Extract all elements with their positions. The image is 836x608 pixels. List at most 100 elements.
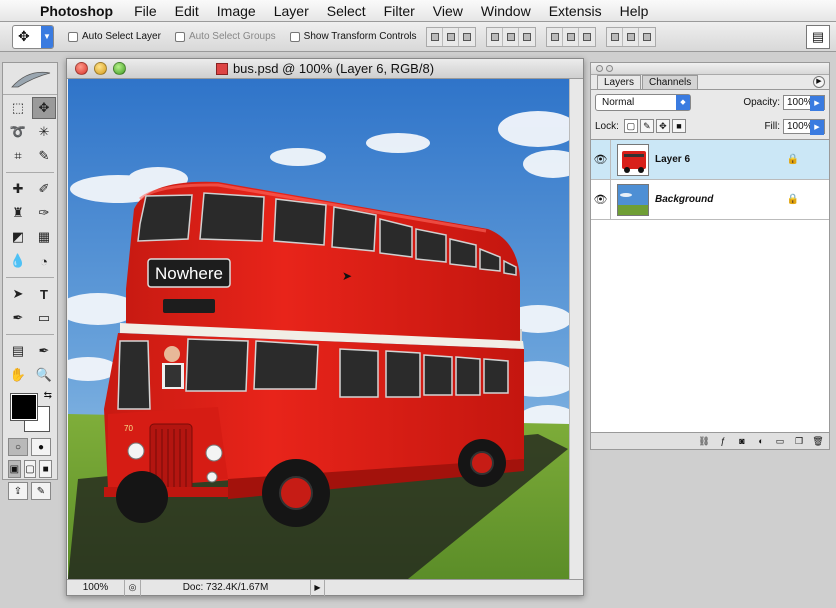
- panel-collapse-button[interactable]: [606, 65, 613, 72]
- eraser-tool-icon[interactable]: ◩: [6, 226, 30, 248]
- swap-colors-icon[interactable]: ⇆: [44, 390, 52, 401]
- menu-view[interactable]: View: [424, 3, 472, 19]
- image-canvas[interactable]: Nowhere 70 ➤: [68, 79, 570, 579]
- chevron-right-icon[interactable]: ▶: [810, 119, 824, 135]
- opacity-field[interactable]: 100% ▶: [783, 94, 825, 111]
- align-left-edges-button[interactable]: [487, 27, 504, 46]
- full-screen-menu-mode-button[interactable]: ▢: [23, 460, 37, 478]
- visibility-eye-icon[interactable]: 👁: [591, 139, 611, 180]
- lock-image-pixels-icon[interactable]: ✎: [639, 119, 654, 133]
- tab-layers[interactable]: Layers: [597, 75, 642, 89]
- blend-mode-select[interactable]: Normal ◆: [595, 93, 691, 111]
- pen-tool-icon[interactable]: ✒: [6, 307, 30, 329]
- link-cell[interactable]: [611, 180, 615, 220]
- blur-tool-icon[interactable]: 💧: [6, 250, 30, 272]
- app-menu[interactable]: Photoshop: [36, 3, 125, 19]
- lock-position-icon[interactable]: ✥: [655, 119, 670, 133]
- shape-tool-icon[interactable]: ▭: [32, 307, 56, 329]
- chevron-right-icon[interactable]: ▶: [810, 95, 824, 111]
- palette-well-icon: ▤: [811, 29, 825, 44]
- full-screen-mode-button[interactable]: ■: [39, 460, 53, 478]
- zoom-tool-icon[interactable]: 🔍: [32, 364, 56, 386]
- type-tool-icon[interactable]: T: [32, 283, 56, 305]
- show-transform-controls-checkbox[interactable]: Show Transform Controls: [289, 31, 416, 42]
- dodge-tool-icon[interactable]: ◔: [32, 250, 56, 272]
- distribute-center-button[interactable]: [623, 27, 640, 46]
- lock-transparency-icon[interactable]: ▢: [623, 119, 638, 133]
- foreground-color-swatch[interactable]: [10, 393, 38, 421]
- tool-preset-picker[interactable]: ✥ ▼: [12, 24, 54, 49]
- new-group-icon[interactable]: ▭: [773, 435, 787, 447]
- menu-filter[interactable]: Filter: [375, 3, 424, 19]
- menu-window[interactable]: Window: [472, 3, 540, 19]
- auto-select-groups-checkbox[interactable]: Auto Select Groups: [174, 31, 276, 42]
- clone-stamp-tool-icon[interactable]: ♜: [6, 202, 30, 224]
- layer-style-icon[interactable]: ƒ: [716, 435, 730, 447]
- minimize-button[interactable]: [94, 62, 107, 75]
- link-layers-icon[interactable]: ⛓: [697, 435, 711, 447]
- distribute-bottom-button[interactable]: [579, 28, 595, 46]
- layers-panel-titlebar[interactable]: [591, 63, 829, 75]
- fill-field[interactable]: 100% ▶: [783, 118, 825, 135]
- distribute-right-button[interactable]: [639, 28, 655, 46]
- align-bottom-edges-button[interactable]: [459, 28, 475, 46]
- document-titlebar[interactable]: bus.psd @ 100% (Layer 6, RGB/8): [67, 59, 583, 79]
- align-vertical-centers-button[interactable]: [443, 27, 460, 46]
- magic-wand-tool-icon[interactable]: ✳: [32, 121, 56, 143]
- opacity-label: Opacity:: [743, 96, 780, 108]
- distribute-left-button[interactable]: [607, 27, 624, 46]
- panel-menu-arrow-icon[interactable]: ▶: [813, 76, 825, 88]
- jump-to-imageready-button[interactable]: ⇪: [8, 482, 28, 500]
- auto-select-layer-checkbox[interactable]: Auto Select Layer: [68, 31, 161, 42]
- panel-close-button[interactable]: [596, 65, 603, 72]
- tab-channels[interactable]: Channels: [642, 75, 699, 89]
- menu-layer[interactable]: Layer: [265, 3, 318, 19]
- menu-file[interactable]: File: [125, 3, 166, 19]
- distribute-middle-button[interactable]: [563, 27, 580, 46]
- status-menu-arrow-icon[interactable]: ▶: [311, 579, 325, 596]
- hand-tool-icon[interactable]: ✋: [6, 364, 30, 386]
- add-mask-icon[interactable]: ◙: [735, 435, 749, 447]
- adjustment-layer-icon[interactable]: ◐: [754, 435, 768, 447]
- tools-header[interactable]: [3, 63, 57, 95]
- brush-tool-icon[interactable]: ✐: [32, 178, 56, 200]
- visibility-eye-icon[interactable]: 👁: [591, 179, 611, 220]
- palette-well-button[interactable]: ▤: [806, 25, 830, 49]
- quick-mask-mode-button[interactable]: ●: [31, 438, 51, 456]
- layer-row-background[interactable]: 👁 Background 🔒: [591, 179, 829, 220]
- menu-image[interactable]: Image: [208, 3, 265, 19]
- standard-mode-button[interactable]: ○: [8, 438, 28, 456]
- standard-screen-mode-button[interactable]: ▣: [8, 460, 21, 478]
- healing-brush-tool-icon[interactable]: ✚: [6, 178, 30, 200]
- gradient-tool-icon[interactable]: ▦: [32, 226, 56, 248]
- lock-all-icon[interactable]: ■: [671, 119, 686, 133]
- vertical-scrollbar[interactable]: [569, 79, 583, 579]
- zoom-button[interactable]: [113, 62, 126, 75]
- menu-help[interactable]: Help: [611, 3, 658, 19]
- align-horizontal-centers-button[interactable]: [503, 27, 520, 46]
- link-cell[interactable]: [611, 140, 615, 180]
- close-button[interactable]: [75, 62, 88, 75]
- menu-edit[interactable]: Edit: [166, 3, 208, 19]
- move-tool-icon[interactable]: ✥: [32, 97, 56, 119]
- trash-icon[interactable]: 🗑: [811, 435, 825, 447]
- align-right-edges-button[interactable]: [519, 28, 535, 46]
- eyedropper-tool-icon[interactable]: ✒: [32, 340, 56, 362]
- new-layer-icon[interactable]: ❐: [792, 435, 806, 447]
- align-top-edges-button[interactable]: [427, 27, 444, 46]
- layer-row-layer-6[interactable]: 👁 Layer 6 🔒: [591, 139, 829, 180]
- slice-tool-icon[interactable]: ✎: [32, 145, 56, 167]
- menu-select[interactable]: Select: [318, 3, 375, 19]
- history-brush-tool-icon[interactable]: ✑: [32, 202, 56, 224]
- lasso-tool-icon[interactable]: ➰: [6, 121, 30, 143]
- path-selection-tool-icon[interactable]: ➤: [6, 283, 30, 305]
- distribute-top-button[interactable]: [547, 27, 564, 46]
- crop-tool-icon[interactable]: ⌗: [6, 145, 30, 167]
- zoom-level-field[interactable]: 100%: [67, 579, 125, 596]
- destination-sign-text: Nowhere: [155, 264, 223, 283]
- bus-graphic: Nowhere 70: [104, 181, 524, 527]
- edit-in-imageready-icon[interactable]: ✎: [31, 482, 51, 500]
- menu-extensis[interactable]: Extensis: [540, 3, 611, 19]
- marquee-tool-icon[interactable]: ⬚: [6, 97, 30, 119]
- notes-tool-icon[interactable]: ▤: [6, 340, 30, 362]
